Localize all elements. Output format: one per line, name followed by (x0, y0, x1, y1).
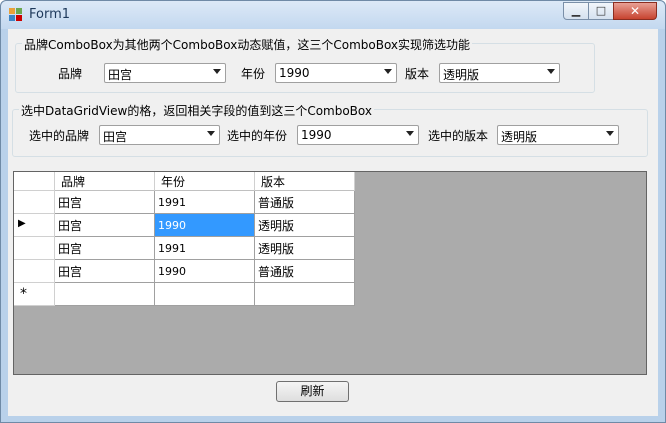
selected-year-combobox[interactable]: 1990 (297, 125, 419, 145)
minimize-button[interactable]: ▁ (563, 2, 589, 20)
maximize-icon: □ (595, 4, 607, 17)
form-client-area: 品牌ComboBox为其他两个ComboBox动态赋值，这三个ComboBox实… (8, 29, 658, 416)
selected-version-combobox-value: 透明版 (501, 130, 538, 144)
selected-version-label: 选中的版本 (428, 129, 489, 143)
year-combobox[interactable]: 1990 (275, 63, 397, 83)
app-icon (9, 8, 23, 22)
year-label: 年份 (241, 67, 266, 81)
column-header-brand[interactable]: 品牌 (55, 172, 155, 191)
maximize-button[interactable]: □ (588, 2, 614, 20)
selected-year-label: 选中的年份 (227, 129, 288, 143)
grid-cell-brand[interactable]: 田宫 (55, 191, 155, 214)
grid-cell-year[interactable]: 1991 (155, 191, 255, 214)
row-header[interactable] (14, 260, 55, 283)
row-header[interactable] (14, 191, 55, 214)
chevron-down-icon[interactable] (406, 131, 414, 136)
selected-version-combobox[interactable]: 透明版 (497, 125, 619, 145)
selected-brand-combobox[interactable]: 田宫 (99, 125, 220, 145)
grid-new-cell-version[interactable] (255, 283, 355, 306)
filter-group: 品牌ComboBox为其他两个ComboBox动态赋值，这三个ComboBox实… (15, 36, 595, 93)
title-bar[interactable]: Form1 ▁ □ ✕ (1, 1, 665, 29)
grid-cell-year[interactable]: 1990 (155, 260, 255, 283)
current-row-arrow-icon: ▶ (18, 218, 26, 229)
column-header-version[interactable]: 版本 (255, 172, 355, 191)
close-button[interactable]: ✕ (613, 2, 657, 20)
close-icon: ✕ (629, 4, 641, 18)
brand-combobox[interactable]: 田宫 (104, 63, 226, 83)
grid-corner-header[interactable] (14, 172, 55, 191)
grid-cell-version[interactable]: 透明版 (255, 214, 355, 237)
grid-cell-brand[interactable]: 田宫 (55, 260, 155, 283)
selection-group: 选中DataGridView的格，返回相关字段的值到这三个ComboBox 选中… (12, 102, 648, 157)
brand-combobox-value: 田宫 (108, 68, 133, 82)
row-header[interactable] (14, 237, 55, 260)
selected-brand-label: 选中的品牌 (29, 129, 90, 143)
grid-cell-version[interactable]: 普通版 (255, 260, 355, 283)
chevron-down-icon[interactable] (547, 69, 555, 74)
year-combobox-value: 1990 (279, 66, 310, 80)
minimize-icon: ▁ (571, 4, 581, 17)
grid-new-cell-brand[interactable] (55, 283, 155, 306)
grid-cell-year[interactable]: 1991 (155, 237, 255, 260)
selected-year-combobox-value: 1990 (301, 128, 332, 142)
version-combobox[interactable]: 透明版 (439, 63, 560, 83)
chevron-down-icon[interactable] (213, 69, 221, 74)
chevron-down-icon[interactable] (207, 131, 215, 136)
chevron-down-icon[interactable] (606, 131, 614, 136)
grid-cell-version[interactable]: 普通版 (255, 191, 355, 214)
grid-cell-year-selected[interactable]: 1990 (155, 214, 255, 237)
grid-new-cell-year[interactable] (155, 283, 255, 306)
version-label: 版本 (405, 67, 430, 81)
row-header-current[interactable]: ▶ (14, 214, 55, 237)
column-header-year[interactable]: 年份 (155, 172, 255, 191)
main-window: Form1 ▁ □ ✕ 品牌ComboBox为其他两个ComboBox动态赋值，… (0, 0, 666, 423)
window-title: Form1 (29, 7, 71, 22)
grid-cell-version[interactable]: 透明版 (255, 237, 355, 260)
version-combobox-value: 透明版 (443, 68, 480, 82)
filter-group-title: 品牌ComboBox为其他两个ComboBox动态赋值，这三个ComboBox实… (22, 36, 473, 53)
refresh-button[interactable]: 刷新 (276, 381, 349, 402)
selection-group-title: 选中DataGridView的格，返回相关字段的值到这三个ComboBox (19, 102, 374, 119)
grid-cell-brand[interactable]: 田宫 (55, 214, 155, 237)
brand-label: 品牌 (58, 67, 83, 81)
grid-cell-brand[interactable]: 田宫 (55, 237, 155, 260)
data-grid-view[interactable]: 品牌 年份 版本 田宫 1991 普通版 ▶ 田宫 1990 透明版 田宫 19… (13, 171, 647, 375)
chevron-down-icon[interactable] (384, 69, 392, 74)
selected-brand-combobox-value: 田宫 (103, 130, 128, 144)
row-header-new[interactable]: * (14, 283, 55, 306)
new-row-asterisk-icon: * (20, 286, 27, 302)
